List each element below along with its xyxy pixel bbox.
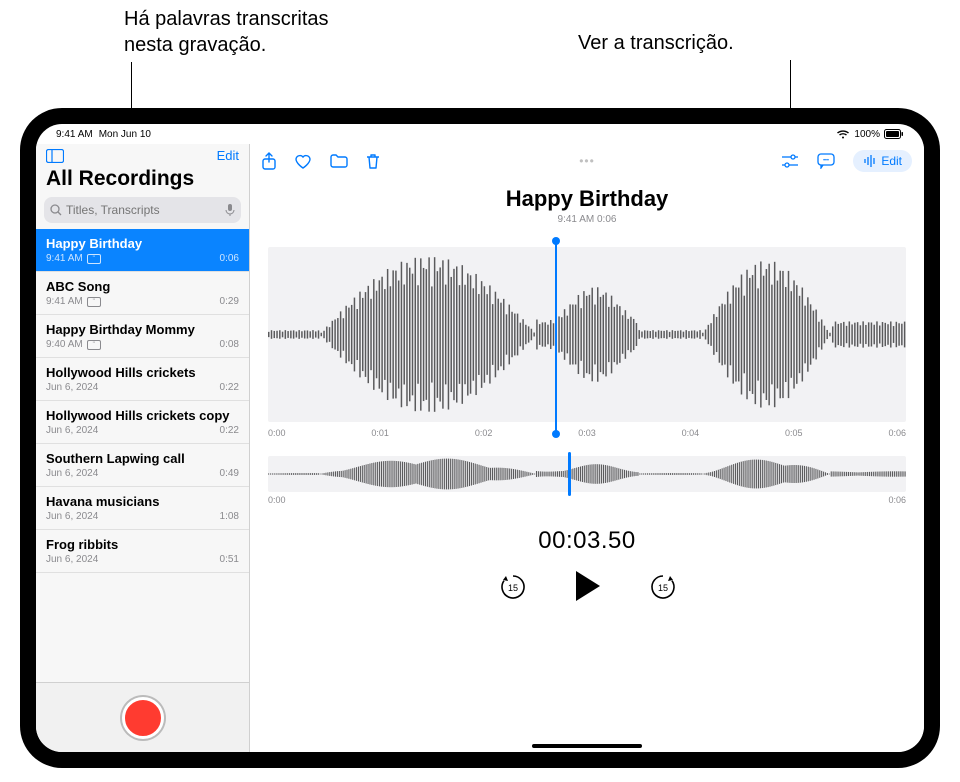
ruler-tick: 0:02 <box>475 428 493 438</box>
ruler-tick: 0:06 <box>888 428 906 438</box>
search-icon <box>50 204 62 216</box>
recording-item-meta: Jun 6, 2024 <box>46 554 239 565</box>
recording-item-duration: 0:06 <box>220 253 239 264</box>
recording-item-duration: 1:08 <box>220 511 239 522</box>
folder-icon[interactable] <box>330 154 348 168</box>
callout-right: Ver a transcrição. <box>578 30 734 56</box>
recording-item-title: Southern Lapwing call <box>46 451 239 466</box>
recording-item-duration: 0:51 <box>220 554 239 565</box>
recording-item[interactable]: Happy Birthday Mommy 9:40 AM"0:08 <box>36 315 249 358</box>
recording-subtitle: 9:41 AM 0:06 <box>250 214 924 225</box>
home-indicator <box>532 744 642 748</box>
speech-bubble-icon[interactable]: ••• <box>817 153 835 169</box>
svg-text:•••: ••• <box>823 158 829 164</box>
wifi-icon <box>836 129 850 139</box>
recording-item[interactable]: Happy Birthday 9:41 AM"0:06 <box>36 229 249 272</box>
ruler-tick: 0:01 <box>371 428 389 438</box>
overview-playhead[interactable] <box>568 452 571 496</box>
recording-item-title: ABC Song <box>46 279 239 294</box>
transport-controls: 15 15 <box>250 569 924 603</box>
ruler-tick: 0:03 <box>578 428 596 438</box>
recording-title: Happy Birthday <box>250 186 924 212</box>
recording-item-meta: 9:40 AM" <box>46 339 239 350</box>
ruler-tick: 0:05 <box>785 428 803 438</box>
timecode: 00:03.50 <box>250 527 924 555</box>
svg-text:15: 15 <box>658 583 668 593</box>
playhead[interactable] <box>555 241 557 434</box>
recording-item[interactable]: Hollywood Hills crickets copy Jun 6, 2024… <box>36 401 249 444</box>
share-icon[interactable] <box>262 152 276 170</box>
sidebar: Edit All Recordings Happy Birthday 9:41 A… <box>36 144 250 752</box>
recording-item-duration: 0:29 <box>220 296 239 307</box>
recording-item[interactable]: Southern Lapwing call Jun 6, 20240:49 <box>36 444 249 487</box>
time-ruler: 0:00 0:01 0:02 0:03 0:04 0:05 0:06 <box>268 428 906 438</box>
status-bar: 9:41 AM Mon Jun 10 100% <box>36 124 924 144</box>
recording-item[interactable]: Hollywood Hills crickets Jun 6, 20240:22 <box>36 358 249 401</box>
battery-text: 100% <box>854 129 880 140</box>
overview-start-label: 0:00 <box>268 495 286 505</box>
recording-item[interactable]: Frog ribbits Jun 6, 20240:51 <box>36 530 249 573</box>
recording-item-title: Hollywood Hills crickets <box>46 365 239 380</box>
recording-item-meta: 9:41 AM" <box>46 253 239 264</box>
recording-item-meta: Jun 6, 2024 <box>46 511 239 522</box>
record-button[interactable] <box>122 697 164 739</box>
edit-button-label: Edit <box>881 154 902 168</box>
waveform-main[interactable] <box>268 247 906 422</box>
recording-item-meta: 9:41 AM" <box>46 296 239 307</box>
skip-back-15-icon[interactable]: 15 <box>498 572 526 600</box>
mic-icon[interactable] <box>225 203 235 217</box>
search-input[interactable] <box>66 203 235 217</box>
sidebar-toggle-icon[interactable] <box>46 149 64 163</box>
edit-button[interactable]: Edit <box>853 150 912 172</box>
heart-icon[interactable] <box>294 153 312 169</box>
status-date: Mon Jun 10 <box>99 129 151 140</box>
recording-item-title: Havana musicians <box>46 494 239 509</box>
trash-icon[interactable] <box>366 153 380 170</box>
recording-list: Happy Birthday9:41 AM"0:06ABC Song9:41 A… <box>36 229 249 682</box>
recording-item[interactable]: ABC Song 9:41 AM"0:29 <box>36 272 249 315</box>
sliders-icon[interactable] <box>781 154 799 168</box>
status-time: 9:41 AM <box>56 129 93 140</box>
transcript-badge-icon: " <box>87 297 101 307</box>
waveform-icon <box>863 155 877 167</box>
waveform-overview[interactable] <box>268 456 906 492</box>
record-bar <box>36 682 249 752</box>
detail-pane: ••• ••• Edit <box>250 144 924 752</box>
skip-forward-15-icon[interactable]: 15 <box>648 572 676 600</box>
recording-item-meta: Jun 6, 2024 <box>46 468 239 479</box>
recording-item-meta: Jun 6, 2024 <box>46 382 239 393</box>
recording-item-duration: 0:08 <box>220 339 239 350</box>
recording-item-duration: 0:22 <box>220 425 239 436</box>
sidebar-edit-button[interactable]: Edit <box>217 148 239 163</box>
ruler-tick: 0:00 <box>268 428 286 438</box>
recording-item-title: Frog ribbits <box>46 537 239 552</box>
recording-item-duration: 0:22 <box>220 382 239 393</box>
recording-item-duration: 0:49 <box>220 468 239 479</box>
recording-item[interactable]: Havana musicians Jun 6, 20241:08 <box>36 487 249 530</box>
battery-icon <box>884 129 904 139</box>
search-field[interactable] <box>44 197 241 223</box>
overview-end-label: 0:06 <box>888 495 906 505</box>
recording-item-title: Hollywood Hills crickets copy <box>46 408 239 423</box>
play-icon[interactable] <box>572 569 602 603</box>
transcript-badge-icon: " <box>87 254 101 264</box>
ipad-frame: 9:41 AM Mon Jun 10 100% Ed <box>20 108 940 768</box>
transcript-badge-icon: " <box>87 340 101 350</box>
sidebar-title: All Recordings <box>36 165 249 197</box>
recording-item-meta: Jun 6, 2024 <box>46 425 239 436</box>
detail-toolbar: ••• ••• Edit <box>250 144 924 178</box>
more-dots-icon[interactable]: ••• <box>579 154 595 168</box>
recording-item-title: Happy Birthday Mommy <box>46 322 239 337</box>
screen: 9:41 AM Mon Jun 10 100% Ed <box>36 124 924 752</box>
ruler-tick: 0:04 <box>682 428 700 438</box>
svg-text:15: 15 <box>508 583 518 593</box>
recording-item-title: Happy Birthday <box>46 236 239 251</box>
callout-left: Há palavras transcritas nesta gravação. <box>124 6 329 58</box>
